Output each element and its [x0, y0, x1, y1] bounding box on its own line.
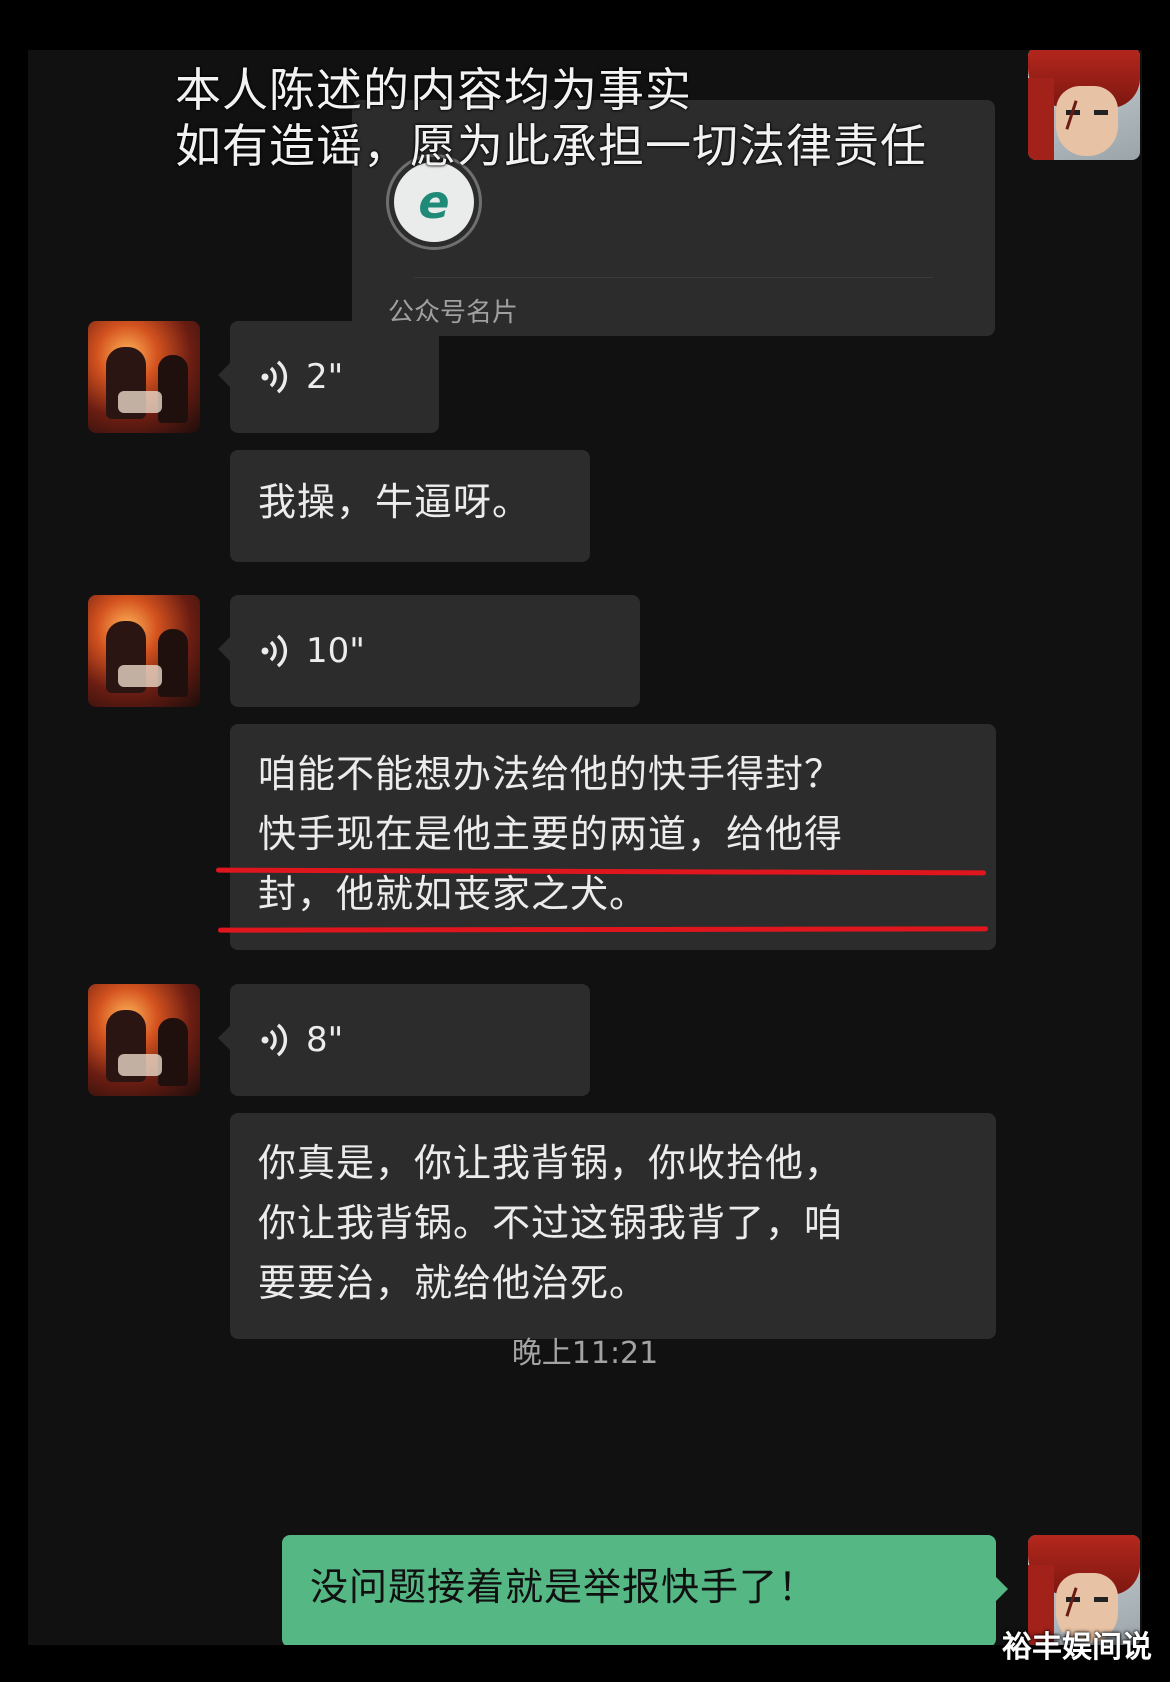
card-divider: [414, 277, 933, 278]
voice-message[interactable]: 10": [218, 595, 640, 707]
message-text: 没问题接着就是举报快手了！: [310, 1565, 818, 1609]
message-timestamp: 晚上11:21: [511, 1336, 659, 1371]
message-line: 要要治，就给他治死。: [258, 1261, 649, 1305]
voice-duration: 2": [306, 357, 344, 397]
contact-avatar[interactable]: [88, 595, 200, 707]
text-message[interactable]: 你真是，你让我背锅，你收拾他， 你让我背锅。不过这锅我背了，咱 要要治，就给他治…: [230, 1113, 996, 1339]
message-line: 咱能不能想办法给他的快手得封？: [258, 752, 844, 796]
chat-screen: e 公众号名片 2" 我操，牛逼呀。 10" 咱能不能想办法给他的快手得封？ 快…: [28, 50, 1142, 1645]
voice-duration: 8": [306, 1020, 344, 1060]
self-text-message[interactable]: 没问题接着就是举报快手了！: [282, 1535, 1008, 1645]
voice-message[interactable]: 2": [218, 321, 439, 433]
caption-line: 如有造谣，愿为此承担一切法律责任: [175, 119, 927, 173]
message-line: 你真是，你让我背锅，你收拾他，: [258, 1141, 844, 1185]
contact-avatar[interactable]: [88, 984, 200, 1096]
watermark: 裕丰娱间说: [1002, 1630, 1152, 1665]
voice-wave-icon: [261, 1023, 288, 1057]
text-message[interactable]: 我操，牛逼呀。: [230, 450, 590, 562]
self-avatar-top[interactable]: [1028, 50, 1140, 160]
message-line: 你让我背锅。不过这锅我背了，咱: [258, 1201, 844, 1245]
account-logo-icon: e: [394, 162, 474, 242]
text-message-highlighted[interactable]: 咱能不能想办法给他的快手得封？ 快手现在是他主要的两道，给他得 封，他就如丧家之…: [230, 724, 996, 950]
caption-line: 本人陈述的内容均为事实: [175, 63, 692, 117]
voice-wave-icon: [261, 360, 288, 394]
voice-message[interactable]: 8": [218, 984, 590, 1096]
voice-wave-icon: [261, 634, 288, 668]
contact-avatar[interactable]: [88, 321, 200, 433]
message-line: 快手现在是他主要的两道，给他得: [258, 812, 844, 856]
voice-duration: 10": [306, 631, 365, 671]
message-text: 我操，牛逼呀。: [258, 480, 532, 524]
overlay-caption: 本人陈述的内容均为事实 如有造谣，愿为此承担一切法律责任: [175, 62, 927, 174]
